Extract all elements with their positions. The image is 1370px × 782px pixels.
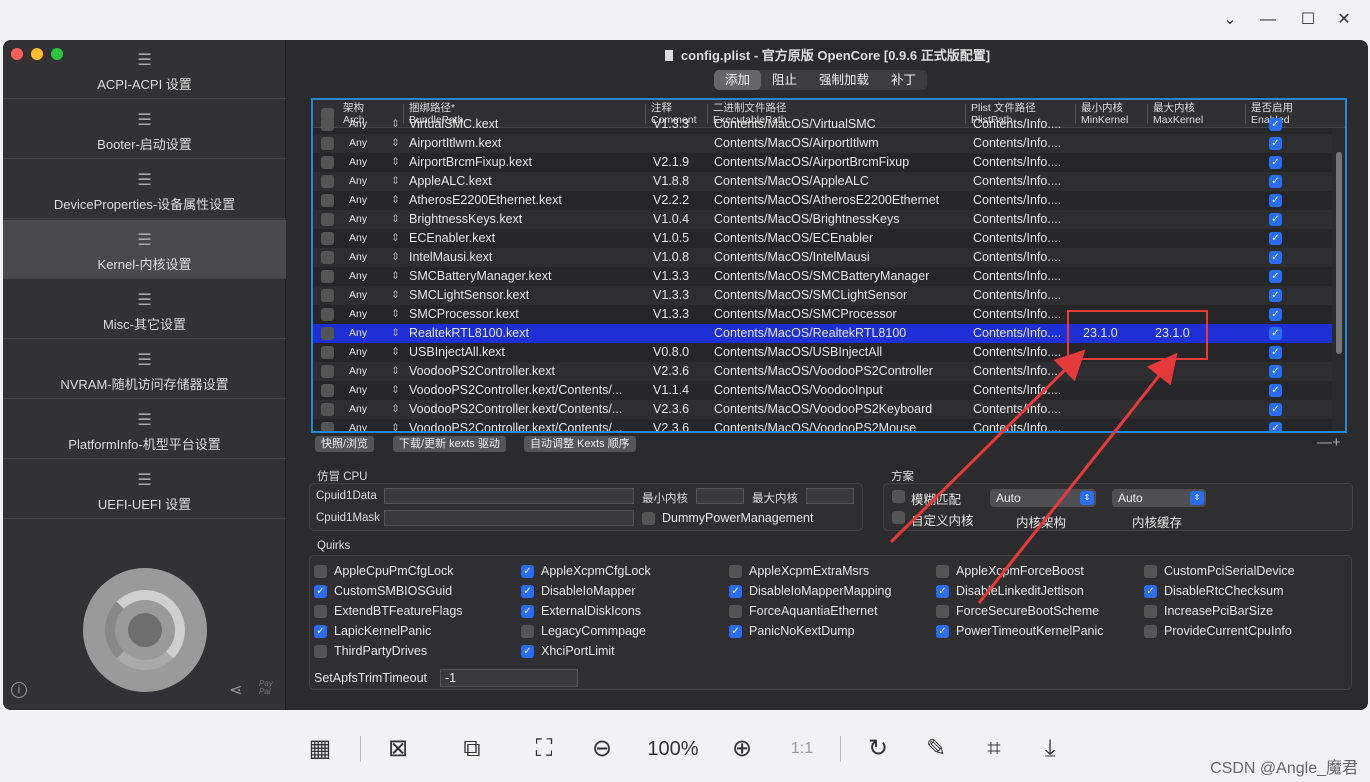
fit-screen-icon[interactable]: ⛶ <box>528 732 560 766</box>
layout-icon[interactable]: ▦ <box>304 732 336 766</box>
close-icon[interactable]: ✕ <box>1332 8 1356 32</box>
chevron-down-icon[interactable]: ⌄ <box>1218 8 1242 32</box>
screen-recognize-icon[interactable]: ⊠ <box>382 732 414 766</box>
watermark: CSDN @Angle_魔君 <box>1210 760 1358 777</box>
maximize-icon[interactable]: ☐ <box>1296 8 1320 32</box>
viewer-toolbar: ▦ ⊠ ⧉ ⛶ ⊖ 100% ⊕ 1:1 ↻ ✎ ⌗ ⤓ CSDN @Angle… <box>0 712 1370 782</box>
zoom-in-icon[interactable]: ⊕ <box>726 732 758 766</box>
actual-size-icon[interactable]: 1:1 <box>786 732 818 766</box>
app-window: ☰ ACPI-ACPI 设置 ☰ Booter-启动设置 ☰ DeviceProperti… <box>3 40 1368 710</box>
zoom-level: 100% <box>647 738 699 760</box>
rotate-icon[interactable]: ↻ <box>862 732 894 766</box>
text-extract-icon[interactable]: ⧉ <box>456 732 488 766</box>
download-icon[interactable]: ⤓ <box>1034 732 1066 766</box>
annotation-arrows <box>889 349 1178 604</box>
edit-icon[interactable]: ✎ <box>920 732 952 766</box>
zoom-out-icon[interactable]: ⊖ <box>586 732 618 766</box>
crop-icon[interactable]: ⌗ <box>978 732 1010 766</box>
minimize-icon[interactable]: — <box>1256 8 1280 32</box>
viewer-titlebar: ⌄ — ☐ ✕ <box>0 0 1370 40</box>
